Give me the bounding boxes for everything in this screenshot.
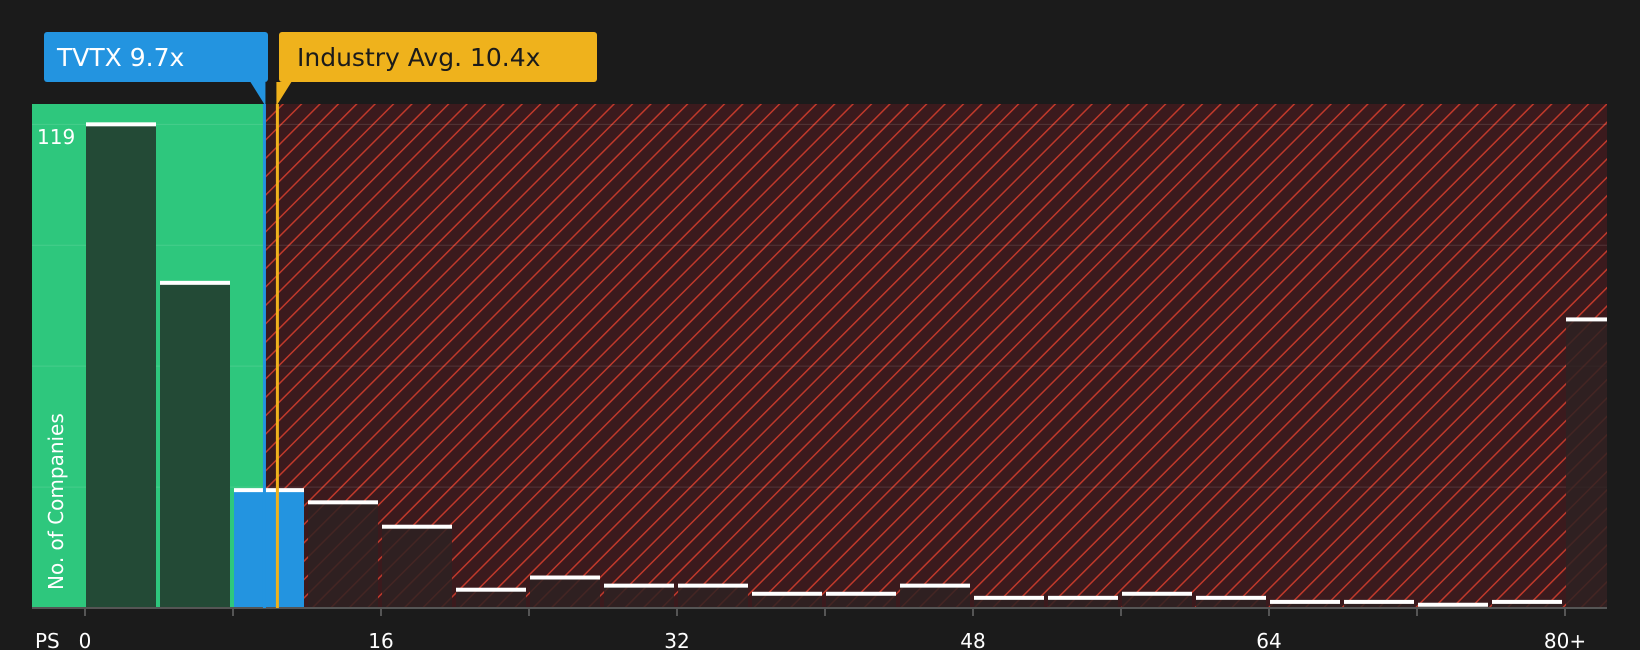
x-tick-label-1: 16 (368, 629, 393, 650)
bar-8 (234, 490, 304, 608)
company-callout-label: TVTX 9.7x (56, 43, 184, 72)
y-tick-label-0: 119 (37, 125, 75, 149)
bar-cap-44 (900, 583, 970, 588)
bar-cap-28 (604, 583, 674, 588)
bar-28 (604, 585, 674, 608)
bar-cap-72 (1418, 602, 1488, 607)
bar-cap-60 (1196, 595, 1266, 600)
bar-cap-52 (1048, 595, 1118, 600)
bar-24 (530, 577, 600, 608)
bar-cap-20 (456, 587, 526, 592)
y-axis-title: No. of Companies (44, 413, 68, 590)
bar-56 (1122, 593, 1192, 608)
industry-callout-label: Industry Avg. 10.4x (297, 43, 540, 72)
bar-cap-40 (826, 591, 896, 596)
bar-4 (160, 282, 230, 608)
bar-0 (86, 124, 156, 609)
bar-80 (1566, 319, 1607, 608)
bar-cap-12 (308, 500, 378, 505)
bar-cap-64 (1270, 599, 1340, 604)
bar-cap-36 (752, 591, 822, 596)
company-callout-pointer (250, 82, 266, 106)
bar-16 (382, 526, 452, 608)
bar-cap-56 (1122, 591, 1192, 596)
bar-cap-16 (382, 524, 452, 529)
bar-cap-76 (1492, 599, 1562, 604)
bar-44 (900, 585, 970, 608)
x-axis-title: PS (35, 629, 60, 650)
bar-cap-4 (160, 280, 230, 285)
x-tick-label-4: 64 (1256, 629, 1281, 650)
bar-cap-8 (234, 488, 304, 493)
industry-callout-pointer (276, 82, 292, 106)
company-callout: TVTX 9.7x (44, 32, 268, 106)
x-tick-label-2: 32 (664, 629, 689, 650)
bar-cap-32 (678, 583, 748, 588)
x-tick-label-5: 80+ (1544, 629, 1586, 650)
bar-12 (308, 502, 378, 608)
bar-cap-68 (1344, 599, 1414, 604)
bar-cap-24 (530, 575, 600, 580)
bar-32 (678, 585, 748, 608)
bar-cap-0 (86, 122, 156, 127)
bar-cap-48 (974, 595, 1044, 600)
bar-40 (826, 593, 896, 608)
bar-36 (752, 593, 822, 608)
chart-canvas: 0 16 32 48 64 80+ 119 No. of Companies PS TVTX… (32, 32, 1608, 650)
overvalued-zone-hatch (264, 104, 1608, 608)
x-tick-label-0: 0 (79, 629, 92, 650)
x-tick-label-3: 48 (960, 629, 985, 650)
bar-cap-80 (1566, 317, 1607, 322)
industry-callout: Industry Avg. 10.4x (276, 32, 597, 106)
ps-distribution-chart: 0 16 32 48 64 80+ 119 No. of Companies PS TVTX… (0, 0, 1640, 650)
bar-20 (456, 589, 526, 608)
